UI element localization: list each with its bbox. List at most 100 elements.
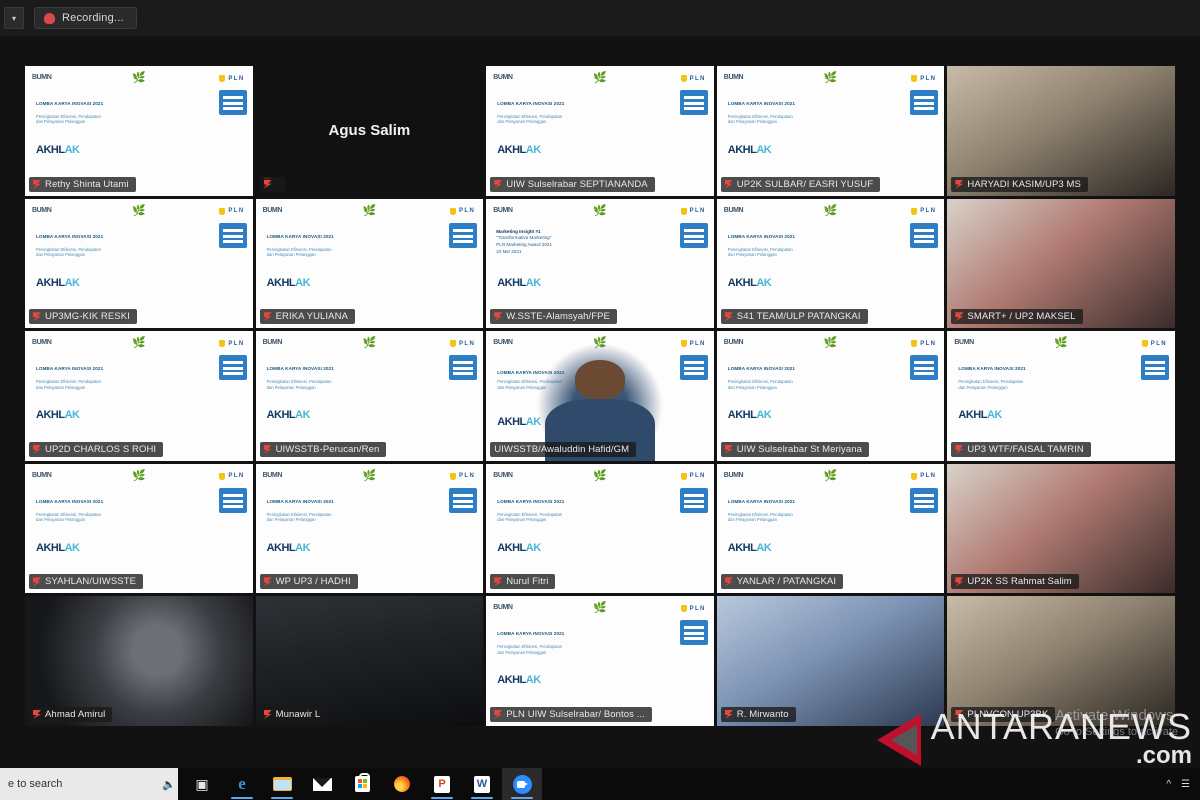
leaf-icon: 🌿 [362, 469, 377, 482]
akhlak-logo: AKHLAK [727, 409, 772, 422]
participant-tile[interactable]: BUMN 🌿 PLN LOMBA KARYA INOVASI 2021 Peni… [486, 331, 714, 461]
pln-logo-icon [218, 90, 247, 115]
participant-name-text: R. Mirwanto [736, 709, 789, 720]
participant-name-text: UP2D CHARLOS S ROHI [45, 443, 157, 455]
participant-name-label: PLN UIW Sulselrabar/ Bontos ... [490, 707, 652, 722]
pln-wordmark: PLN [449, 472, 475, 480]
leaf-icon: 🌿 [131, 469, 146, 482]
mail-icon[interactable] [302, 768, 342, 800]
slide-subtitle: Peningkatan Efisiensi, Pendapatandan Pel… [266, 511, 332, 523]
participant-tile[interactable]: BUMN 🌿 PLN Marketing Insight #1 "Transfor… [486, 198, 714, 329]
pln-wordmark: PLN [680, 75, 706, 82]
edge-icon[interactable]: e [222, 768, 262, 800]
pln-wordmark: PLN [680, 472, 706, 480]
participant-tile[interactable]: BUMN 🌿 PLN LOMBA KARYA INOVASI 2021 Peni… [486, 463, 714, 594]
word-icon[interactable]: W [462, 768, 502, 800]
leaf-icon: 🌿 [1054, 337, 1069, 350]
record-dot-icon [44, 12, 55, 24]
tray-chevron-icon[interactable]: ^ [1166, 779, 1171, 790]
muted-icon [263, 577, 272, 587]
participant-name-text: SYAHLAN/UIWSSTE [45, 576, 137, 588]
participant-name-label: UP2K SULBAR/ EASRI YUSUF [720, 176, 881, 192]
participant-tile[interactable]: SMART+ / UP2 MAKSEL [947, 198, 1175, 329]
slide-title: LOMBA KARYA INOVASI 2021 [727, 498, 796, 504]
participant-name-text: Nurul Fitri [506, 576, 549, 588]
participant-tile[interactable]: Munawir L [255, 596, 484, 726]
pln-logo-icon [449, 487, 478, 513]
akhlak-logo: AKHLAK [36, 409, 80, 422]
leaf-icon: 🌿 [131, 337, 146, 350]
participant-name-label: YANLAR / PATANGKAI [720, 574, 844, 590]
file-explorer-icon[interactable] [262, 768, 302, 800]
leaf-icon: 🌿 [131, 72, 146, 84]
participant-name-label: Nurul Fitri [490, 574, 556, 590]
muted-icon [263, 179, 272, 189]
task-view-icon[interactable]: ▣ [182, 768, 222, 800]
participant-tile[interactable]: BUMN 🌿 PLN LOMBA KARYA INOVASI 2021 Peni… [716, 198, 945, 329]
muted-icon [494, 312, 503, 322]
participant-name-label: SMART+ / UP2 MAKSEL [951, 309, 1083, 325]
participant-name-label: W.SSTE-Alamsyah/FPE [490, 309, 617, 325]
bumn-logo: BUMN [723, 206, 744, 214]
bumn-logo: BUMN [493, 74, 513, 81]
slide-subtitle: Peningkatan Efisiensi, Pendapatandan Pel… [727, 114, 793, 125]
slide-title: LOMBA KARYA INOVASI 2021 [266, 233, 334, 239]
powerpoint-icon[interactable]: P [422, 768, 462, 800]
muted-icon [263, 444, 272, 454]
slide-subtitle: Peningkatan Efisiensi, Pendapatandan Pel… [497, 114, 563, 125]
participant-name-label: SYAHLAN/UIWSSTE [29, 574, 144, 590]
system-tray[interactable]: ^ ☰ [1166, 779, 1200, 790]
participant-tile[interactable]: Agus Salim [255, 66, 484, 196]
bumn-logo: BUMN [32, 74, 52, 81]
slide-subtitle: Peningkatan Efisiensi, Pendapatandan Pel… [36, 246, 101, 258]
participant-tile[interactable]: BUMN 🌿 PLN LOMBA KARYA INOVASI 2021 Peni… [25, 198, 253, 329]
participant-tile[interactable]: BUMN 🌿 PLN LOMBA KARYA INOVASI 2021 Peni… [716, 463, 945, 594]
participant-tile[interactable]: BUMN 🌿 PLN LOMBA KARYA INOVASI 2021 Peni… [25, 463, 253, 594]
slide-subtitle: Peningkatan Efisiensi, Pendapatandan Pel… [266, 379, 332, 390]
pln-wordmark: PLN [219, 75, 244, 82]
pln-wordmark: PLN [911, 472, 936, 480]
recording-indicator[interactable]: Recording... [34, 7, 137, 29]
participant-tile[interactable]: BUMN 🌿 PLN LOMBA KARYA INOVASI 2021 Peni… [25, 331, 253, 461]
slide-title: LOMBA KARYA INOVASI 2021 [497, 101, 565, 106]
slide-title: LOMBA KARYA INOVASI 2021 [266, 366, 334, 372]
participant-tile[interactable]: BUMN 🌿 PLN LOMBA KARYA INOVASI 2021 Peni… [255, 331, 484, 461]
slide-title: LOMBA KARYA INOVASI 2021 [727, 233, 796, 239]
participant-tile[interactable]: BUMN 🌿 PLN LOMBA KARYA INOVASI 2021 Peni… [255, 198, 484, 329]
leaf-icon: 🌿 [362, 204, 377, 217]
tray-network-icon[interactable]: ☰ [1181, 779, 1190, 790]
participant-tile[interactable]: HARYADI KASIM/UP3 MS [947, 66, 1175, 196]
participant-tile[interactable]: R. Mirwanto [716, 596, 945, 726]
chevron-down-icon[interactable]: ▾ [4, 7, 24, 29]
participant-tile[interactable]: BUMN 🌿 PLN LOMBA KARYA INOVASI 2021 Peni… [947, 331, 1175, 461]
participant-name-text: Rethy Shinta Utami [45, 178, 129, 190]
microphone-icon[interactable]: 🔈 [162, 778, 176, 791]
participant-name-text: HARYADI KASIM/UP3 MS [967, 178, 1081, 190]
leaf-icon: 🌿 [593, 602, 607, 615]
participant-tile[interactable]: Ahmad Amirul [25, 596, 253, 726]
participant-name-text [276, 179, 279, 190]
participant-tile[interactable]: BUMN 🌿 PLN LOMBA KARYA INOVASI 2021 Peni… [716, 66, 945, 196]
akhlak-logo: AKHLAK [266, 276, 311, 289]
microsoft-store-icon[interactable] [342, 768, 382, 800]
akhlak-logo: AKHLAK [497, 674, 541, 687]
participant-tile[interactable]: BUMN 🌿 PLN LOMBA KARYA INOVASI 2021 Peni… [486, 596, 714, 726]
akhlak-logo: AKHLAK [36, 541, 80, 554]
participant-tile[interactable]: BUMN 🌿 PLN LOMBA KARYA INOVASI 2021 Peni… [716, 331, 945, 461]
search-input[interactable]: e to search 🔈 [0, 768, 178, 800]
zoom-icon[interactable] [502, 768, 542, 800]
participant-tile[interactable]: BUMN 🌿 PLN LOMBA KARYA INOVASI 2021 Peni… [486, 66, 714, 196]
slide-subtitle: Peningkatan Efisiensi, Pendapatandan Pel… [36, 379, 101, 390]
participant-name-text: PLN UIW Sulselrabar/ Bontos ... [506, 709, 645, 720]
participant-tile[interactable]: BUMN 🌿 PLN LOMBA KARYA INOVASI 2021 Peni… [25, 66, 253, 196]
participant-tile[interactable]: UP2K SS Rahmat Salim [947, 463, 1175, 594]
participant-name-text: UIW Sulselrabar SEPTIANANDA [506, 178, 648, 190]
participant-name-label: Rethy Shinta Utami [29, 176, 136, 192]
participant-name-label: UP3MG-KIK RESKI [29, 309, 137, 325]
activate-windows-subtitle: Go to Settings to activate [1055, 726, 1178, 738]
muted-icon [263, 312, 272, 322]
participant-tile[interactable]: BUMN 🌿 PLN LOMBA KARYA INOVASI 2021 Peni… [255, 463, 484, 594]
firefox-icon[interactable] [382, 768, 422, 800]
zoom-meeting-window: ▾ Recording... BUMN 🌿 PLN LOMBA KARYA IN… [0, 0, 1200, 800]
slide-title: LOMBA KARYA INOVASI 2021 [958, 366, 1026, 372]
